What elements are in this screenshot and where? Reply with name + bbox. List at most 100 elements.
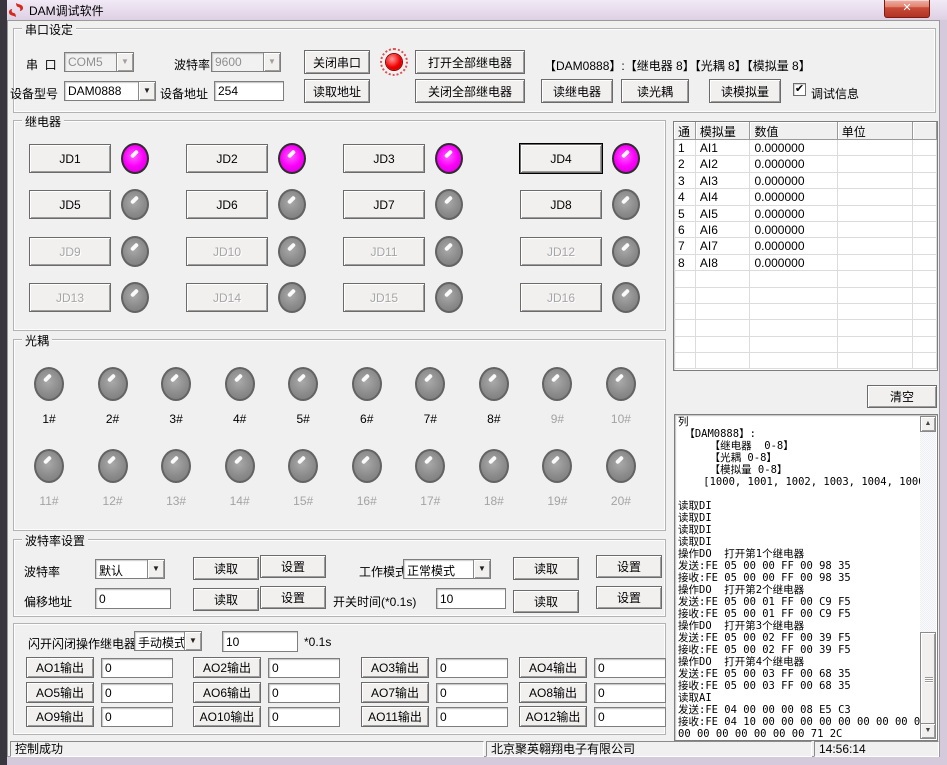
relay-button-jd1[interactable]: JD1 <box>29 144 111 173</box>
close-all-relays-button[interactable]: 关闭全部继电器 <box>415 79 525 103</box>
table-row[interactable] <box>674 353 937 369</box>
work-mode-combobox[interactable]: 正常模式 ▼ <box>403 559 491 579</box>
relay-button-jd15[interactable]: JD15 <box>343 283 425 312</box>
work-mode-read-button[interactable]: 读取 <box>513 557 579 580</box>
table-row[interactable] <box>674 288 937 304</box>
flash-mode-combobox[interactable]: 手动模式 ▼ <box>134 631 202 651</box>
log-scrollbar[interactable]: ▲ ▼ <box>920 416 936 739</box>
log-output[interactable]: 列 【DAM0888】: 【继电器 0-8】 【光耦 0-8】 【模拟量 0-8… <box>676 416 920 739</box>
ao-input-6[interactable] <box>268 683 340 703</box>
relay-button-jd3[interactable]: JD3 <box>343 144 425 173</box>
ao-input-12[interactable] <box>594 707 666 727</box>
close-button[interactable]: ✕ <box>884 0 930 18</box>
baud-combobox[interactable]: 9600 ▼ <box>211 52 281 72</box>
relay-button-jd2[interactable]: JD2 <box>186 144 268 173</box>
ao-input-5[interactable] <box>101 683 173 703</box>
relay-button-jd16[interactable]: JD16 <box>520 283 602 312</box>
table-row[interactable] <box>674 320 937 336</box>
relay-button-jd6[interactable]: JD6 <box>186 190 268 219</box>
offset-addr-input[interactable] <box>95 588 171 609</box>
table-row[interactable]: 4AI40.000000 <box>674 189 937 205</box>
read-analog-button[interactable]: 读模拟量 <box>709 79 781 103</box>
ao-button-9[interactable]: AO9输出 <box>26 706 94 727</box>
read-opto-button[interactable]: 读光耦 <box>621 79 689 103</box>
table-row[interactable] <box>674 271 937 287</box>
ao-button-2[interactable]: AO2输出 <box>193 657 261 678</box>
table-row[interactable]: 3AI30.000000 <box>674 173 937 189</box>
chevron-down-icon[interactable]: ▼ <box>473 560 490 578</box>
analog-table[interactable]: 通模拟量数值单位 1AI10.0000002AI20.0000003AI30.0… <box>673 121 938 371</box>
clear-log-button[interactable]: 清空 <box>867 385 937 408</box>
relay-button-jd9[interactable]: JD9 <box>29 237 111 266</box>
relay-button-jd13[interactable]: JD13 <box>29 283 111 312</box>
ao-input-10[interactable] <box>268 707 340 727</box>
debug-info-checkbox[interactable]: ✔ <box>793 83 806 96</box>
ao-input-3[interactable] <box>436 658 508 678</box>
relay-button-jd4[interactable]: JD4 <box>520 144 602 173</box>
chevron-down-icon[interactable]: ▼ <box>184 632 201 650</box>
relay-button-jd5[interactable]: JD5 <box>29 190 111 219</box>
work-mode-set-button[interactable]: 设置 <box>596 555 662 578</box>
read-addr-button[interactable]: 读取地址 <box>304 79 370 103</box>
switch-time-set-button[interactable]: 设置 <box>596 586 662 609</box>
ao-button-10[interactable]: AO10输出 <box>193 706 261 727</box>
ao-button-7[interactable]: AO7输出 <box>361 682 429 703</box>
table-row[interactable]: 1AI10.000000 <box>674 140 937 156</box>
read-relay-button[interactable]: 读继电器 <box>541 79 613 103</box>
table-row[interactable]: 8AI80.000000 <box>674 255 937 271</box>
ao-button-5[interactable]: AO5输出 <box>26 682 94 703</box>
chevron-down-icon[interactable]: ▼ <box>263 53 280 71</box>
relay-button-jd7[interactable]: JD7 <box>343 190 425 219</box>
switch-time-read-button[interactable]: 读取 <box>513 590 579 613</box>
table-row[interactable] <box>674 337 937 353</box>
switch-time-input[interactable] <box>436 588 506 609</box>
port-combobox[interactable]: COM5 ▼ <box>64 52 134 72</box>
ao-button-4[interactable]: AO4输出 <box>519 657 587 678</box>
baud-set-button[interactable]: 设置 <box>260 555 326 578</box>
ao-button-3[interactable]: AO3输出 <box>361 657 429 678</box>
table-row[interactable]: 5AI50.000000 <box>674 206 937 222</box>
close-port-button[interactable]: 关闭串口 <box>304 50 370 74</box>
ao-button-8[interactable]: AO8输出 <box>519 682 587 703</box>
table-row[interactable]: 6AI60.000000 <box>674 222 937 238</box>
baud-setting-combobox[interactable]: 默认 ▼ <box>95 559 165 579</box>
flash-time-input[interactable] <box>222 631 298 652</box>
chevron-down-icon[interactable]: ▼ <box>116 53 133 71</box>
ao-button-1[interactable]: AO1输出 <box>26 657 94 678</box>
relay-button-jd8[interactable]: JD8 <box>520 190 602 219</box>
baud-read-button[interactable]: 读取 <box>193 557 259 580</box>
ao-input-11[interactable] <box>436 707 508 727</box>
scrollbar-thumb[interactable] <box>920 632 936 726</box>
table-row[interactable]: 7AI70.000000 <box>674 238 937 254</box>
open-all-relays-button[interactable]: 打开全部继电器 <box>415 50 525 74</box>
ao-input-1[interactable] <box>101 658 173 678</box>
chevron-down-icon[interactable]: ▼ <box>138 82 155 100</box>
ao-input-2[interactable] <box>268 658 340 678</box>
table-col-header[interactable]: 单位 <box>838 122 913 139</box>
offset-set-button[interactable]: 设置 <box>260 586 326 609</box>
ao-input-4[interactable] <box>594 658 666 678</box>
scroll-down-icon[interactable]: ▼ <box>920 723 936 739</box>
device-addr-input[interactable] <box>214 81 284 101</box>
titlebar[interactable]: DAM调试软件 <box>7 0 947 20</box>
ao-button-6[interactable]: AO6输出 <box>193 682 261 703</box>
table-col-header[interactable]: 数值 <box>750 122 837 139</box>
ao-input-7[interactable] <box>436 683 508 703</box>
scroll-up-icon[interactable]: ▲ <box>920 416 936 432</box>
table-row[interactable]: 2AI20.000000 <box>674 156 937 172</box>
offset-read-button[interactable]: 读取 <box>193 588 259 611</box>
ao-input-9[interactable] <box>101 707 173 727</box>
relay-button-jd11[interactable]: JD11 <box>343 237 425 266</box>
table-col-header[interactable] <box>913 122 937 139</box>
table-col-header[interactable]: 通 <box>674 122 696 139</box>
table-col-header[interactable]: 模拟量 <box>696 122 751 139</box>
model-combobox[interactable]: DAM0888 ▼ <box>64 81 156 101</box>
ao-button-12[interactable]: AO12输出 <box>519 706 587 727</box>
chevron-down-icon[interactable]: ▼ <box>147 560 164 578</box>
table-row[interactable] <box>674 304 937 320</box>
ao-input-8[interactable] <box>594 683 666 703</box>
relay-button-jd10[interactable]: JD10 <box>186 237 268 266</box>
relay-button-jd12[interactable]: JD12 <box>520 237 602 266</box>
relay-button-jd14[interactable]: JD14 <box>186 283 268 312</box>
ao-button-11[interactable]: AO11输出 <box>361 706 429 727</box>
